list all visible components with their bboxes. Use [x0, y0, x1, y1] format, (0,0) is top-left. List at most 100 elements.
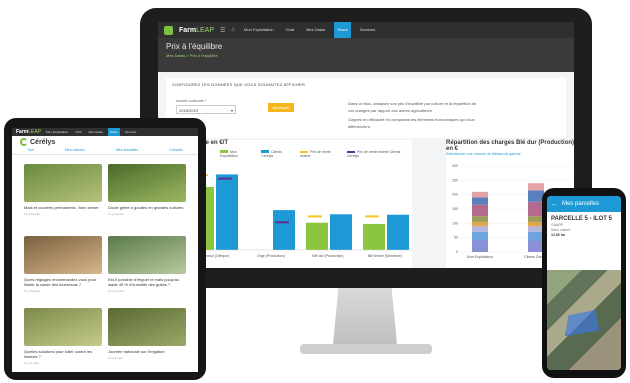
tab-mes-actualites[interactable]: Mes actualités [116, 148, 138, 154]
nav-mes-datas[interactable]: Mes Datas [303, 22, 328, 38]
article-image[interactable] [24, 164, 102, 202]
bar-1-1[interactable] [273, 210, 295, 250]
article-meta: il y a 6 jours [108, 289, 125, 293]
article-title[interactable]: Journée nationale sur l'irrigation [108, 349, 186, 354]
phone-device: ← Mes parcelles PARCELLE 5 - ILOT 5 GAAR… [542, 188, 626, 378]
x-tick-label: Blé dur (Production) [312, 254, 343, 258]
article-meta: il y a 5 jours [24, 289, 41, 293]
section-description-2: Gagnez en efficacité en comparant les él… [348, 117, 475, 129]
tablet-device: FarmLEAP Mon Exploitation Chat Mes Datas… [4, 118, 206, 380]
tab-mes-cultures[interactable]: Mes cultures [65, 148, 85, 154]
article-title[interactable]: Quelles solutions pour lutter contre les… [24, 349, 102, 359]
article-meta: il y a 3 jours [108, 212, 125, 216]
marker-1-0 [218, 177, 232, 180]
year-select[interactable]: 2018/2019 ▾ [176, 105, 236, 114]
y-tick-label: 50 [454, 236, 458, 240]
bar-1-3[interactable] [387, 214, 409, 250]
bar-0-3[interactable] [363, 223, 385, 250]
y-tick-label: 250 [452, 178, 458, 182]
stack-segment-3-0[interactable] [472, 221, 488, 227]
phone-screen: ← Mes parcelles PARCELLE 5 - ILOT 5 GAAR… [547, 196, 621, 370]
article-card[interactable]: Est-il possible d'irriguer le maïs jusqu… [108, 236, 186, 300]
article-meta: il y a 1 sem. [24, 361, 41, 365]
y-tick-label: 0 [456, 250, 458, 254]
article-title[interactable]: Maïs et couverts permanents : bien semer [24, 205, 102, 210]
y-tick-label: 200 [452, 193, 458, 197]
stack-segment-2-0[interactable] [472, 226, 488, 232]
equilibrium-chart-panel: équilibre en €/T Mon Exploitation Client… [184, 140, 412, 268]
article-card[interactable]: Quelles solutions pour lutter contre les… [24, 308, 102, 372]
farmleap-logo-icon [164, 25, 173, 35]
bar-1-2[interactable] [330, 214, 352, 250]
menu-icon[interactable]: ☰ [220, 27, 225, 34]
parcel-map[interactable] [547, 270, 621, 370]
article-card[interactable]: Maïs et couverts permanents : bien semer… [24, 164, 102, 228]
selected-parcel-shape[interactable] [565, 310, 599, 336]
stack-segment-1-0[interactable] [472, 231, 488, 241]
stack-segment-0-0[interactable] [472, 240, 488, 252]
x-tick-label: Orge (Production) [257, 254, 285, 258]
equilibrium-bar-chart[interactable]: Tournesol (Oléique) Orge (Production) Blé … [184, 156, 412, 268]
page-header: Prix à l'équilibre Mes Datas > Prix à l'… [158, 38, 574, 72]
apply-button[interactable]: Appliquer [268, 103, 294, 112]
nav-share[interactable]: Share [334, 22, 351, 38]
y-tick-label: 100 [452, 221, 458, 225]
article-meta: il y a 1 sem. [108, 356, 125, 360]
section-description-1: Dans ce bloc, analysez vos prix d'équili… [348, 101, 477, 113]
desktop-monitor: FarmLEAP ☰ ⌂ Mon Exploitation Chat Mes D… [140, 8, 592, 288]
article-card[interactable]: Journée nationale sur l'irrigation il y a… [108, 308, 186, 372]
charges-chart-title: Répartition des charges Blé dur (Product… [446, 140, 574, 152]
nav-mes-datas[interactable]: Mes Datas [87, 128, 105, 136]
chevron-down-icon: ▾ [230, 108, 233, 113]
nav-services[interactable]: Services [123, 128, 139, 136]
breadcrumb[interactable]: Mes Datas > Prix à l'équilibre [166, 53, 566, 58]
tablet-top-nav: FarmLEAP Mon Exploitation Chat Mes Datas… [12, 128, 198, 136]
stack-segment-7-0[interactable] [472, 191, 488, 198]
cerelys-logo: Cérélys [12, 136, 198, 148]
farmleap-logo[interactable]: FarmLEAP [16, 129, 41, 135]
nav-mon-exploitation[interactable]: Mon Exploitation [44, 128, 70, 136]
bar-1-0[interactable] [216, 174, 238, 250]
equilibrium-chart-title: équilibre en €/T [184, 140, 229, 146]
feed-tabs: Tout Mes cultures Mes actualités Conseil… [12, 148, 198, 155]
stack-segment-7-1[interactable] [528, 183, 544, 191]
article-image[interactable] [24, 236, 102, 274]
article-image[interactable] [108, 164, 186, 202]
y-tick-label: 150 [452, 207, 458, 211]
farmleap-logo[interactable]: FarmLEAP [179, 27, 214, 34]
article-card[interactable]: Quels réglages recommandez-vous pour lim… [24, 236, 102, 300]
article-card[interactable]: Doute gelée à gouttes en grandes culture… [108, 164, 186, 228]
article-image[interactable] [108, 308, 186, 346]
tab-conseils[interactable]: Conseils [169, 148, 182, 154]
phone-title: Mes parcelles [562, 201, 600, 207]
x-tick-label: Blé tendre (Semence) [368, 254, 402, 258]
marker-0-3 [365, 215, 379, 218]
bar-0-2[interactable] [306, 222, 328, 250]
monitor-stand [332, 288, 398, 346]
parcel-area: 12,50 ha [551, 233, 565, 237]
parcel-owner: GAARP [551, 223, 564, 227]
article-title[interactable]: Est-il possible d'irriguer le maïs jusqu… [108, 277, 186, 287]
nav-mon-exploitation[interactable]: Mon Exploitation [241, 22, 277, 38]
tab-tout[interactable]: Tout [27, 148, 34, 154]
page-title: Prix à l'équilibre [166, 42, 223, 51]
article-title[interactable]: Quels réglages recommandez-vous pour lim… [24, 277, 102, 287]
config-section-title: CONFIGUREZ LES DONNÉES QUE VOUS SOUHAITE… [172, 82, 306, 87]
article-title[interactable]: Doute gelée à gouttes en grandes culture… [108, 205, 186, 210]
article-image[interactable] [24, 308, 102, 346]
nav-chat[interactable]: Chat [283, 22, 297, 38]
nav-share[interactable]: Share [107, 128, 120, 136]
nav-chat[interactable]: Chat [73, 128, 83, 136]
article-meta: il y a 2 jours [24, 212, 41, 216]
parcel-name: PARCELLE 5 - ILOT 5 [551, 216, 612, 222]
nav-services[interactable]: Services [357, 22, 378, 38]
parcel-card[interactable]: PARCELLE 5 - ILOT 5 GAARP Sans culture 1… [547, 212, 621, 241]
home-icon[interactable]: ⌂ [231, 27, 235, 33]
stack-segment-4-0[interactable] [472, 216, 488, 222]
article-image[interactable] [108, 236, 186, 274]
stack-segment-6-0[interactable] [472, 197, 488, 205]
back-arrow-icon[interactable]: ← [551, 201, 558, 208]
parcel-crop: Sans culture [551, 228, 571, 232]
phone-app-bar: ← Mes parcelles [547, 196, 621, 212]
stack-segment-5-0[interactable] [472, 204, 488, 217]
